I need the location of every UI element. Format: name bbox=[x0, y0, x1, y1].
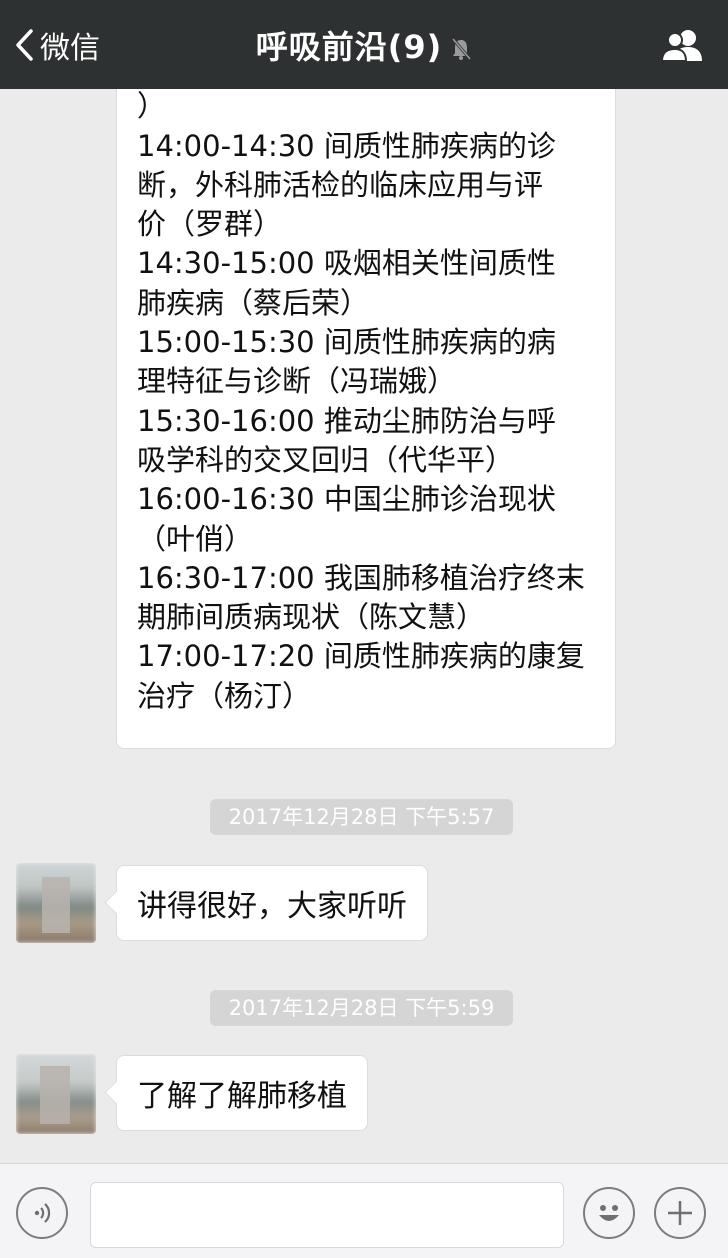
schedule-line: 15:30-16:00 推动尘肺防治与呼 bbox=[137, 403, 556, 438]
voice-button[interactable] bbox=[16, 1187, 68, 1239]
chat-area[interactable]: 抗纤维化药物治疗进展（徐作军）14:00-14:30 间质性肺疾病的诊断，外科肺… bbox=[0, 89, 728, 1163]
schedule-line: 吸学科的交叉回归（代华平） bbox=[137, 442, 515, 477]
input-bar bbox=[0, 1163, 728, 1258]
emoji-icon bbox=[599, 1205, 619, 1221]
timestamp: 2017年12月28日 下午5:59 bbox=[210, 990, 513, 1026]
message-bubble-schedule: 抗纤维化药物治疗进展（徐作军）14:00-14:30 间质性肺疾病的诊断，外科肺… bbox=[116, 89, 616, 749]
schedule-line: 治疗（杨汀） bbox=[137, 678, 312, 713]
bell-muted-icon bbox=[452, 38, 472, 60]
schedule-line: 17:00-17:20 间质性肺疾病的康复 bbox=[137, 639, 585, 674]
message-input[interactable] bbox=[90, 1182, 564, 1248]
plus-icon bbox=[668, 1201, 692, 1225]
schedule-line: ） bbox=[137, 89, 167, 124]
schedule-line: 16:00-16:30 中国尘肺诊治现状 bbox=[137, 482, 556, 517]
title-wrap: 呼吸前沿(9) bbox=[0, 22, 728, 68]
chat-title: 呼吸前沿(9) bbox=[255, 28, 443, 66]
schedule-line: 理特征与诊断（冯瑞娥） bbox=[137, 364, 457, 399]
schedule-line: （叶俏） bbox=[137, 521, 254, 556]
timestamp: 2017年12月28日 下午5:57 bbox=[210, 799, 513, 835]
emoji-button[interactable] bbox=[583, 1187, 635, 1239]
avatar[interactable] bbox=[16, 863, 96, 943]
group-info-button[interactable] bbox=[660, 28, 706, 66]
schedule-line: 14:00-14:30 间质性肺疾病的诊 bbox=[137, 128, 556, 163]
avatar[interactable] bbox=[16, 1054, 96, 1134]
schedule-text: 抗纤维化药物治疗进展（徐作军）14:00-14:30 间质性肺疾病的诊断，外科肺… bbox=[137, 89, 601, 716]
voice-icon bbox=[34, 1203, 51, 1223]
schedule-line: 肺疾病（蔡后荣） bbox=[137, 285, 370, 320]
schedule-line: 断，外科肺活检的临床应用与评 bbox=[137, 167, 544, 202]
schedule-line: 15:00-15:30 间质性肺疾病的病 bbox=[137, 325, 556, 360]
message-bubble: 了解了解肺移植 bbox=[116, 1055, 368, 1131]
nav-bar: 微信 呼吸前沿(9) bbox=[0, 0, 728, 89]
schedule-line: 价（罗群） bbox=[137, 207, 283, 242]
schedule-line: 期肺间质病现状（陈文慧） bbox=[137, 600, 486, 635]
more-button[interactable] bbox=[654, 1187, 706, 1239]
schedule-line: 14:30-15:00 吸烟相关性间质性 bbox=[137, 246, 556, 281]
group-members-icon bbox=[660, 30, 702, 62]
message-bubble: 讲得很好，大家听听 bbox=[116, 865, 428, 941]
schedule-line: 16:30-17:00 我国肺移植治疗终末 bbox=[137, 560, 585, 595]
